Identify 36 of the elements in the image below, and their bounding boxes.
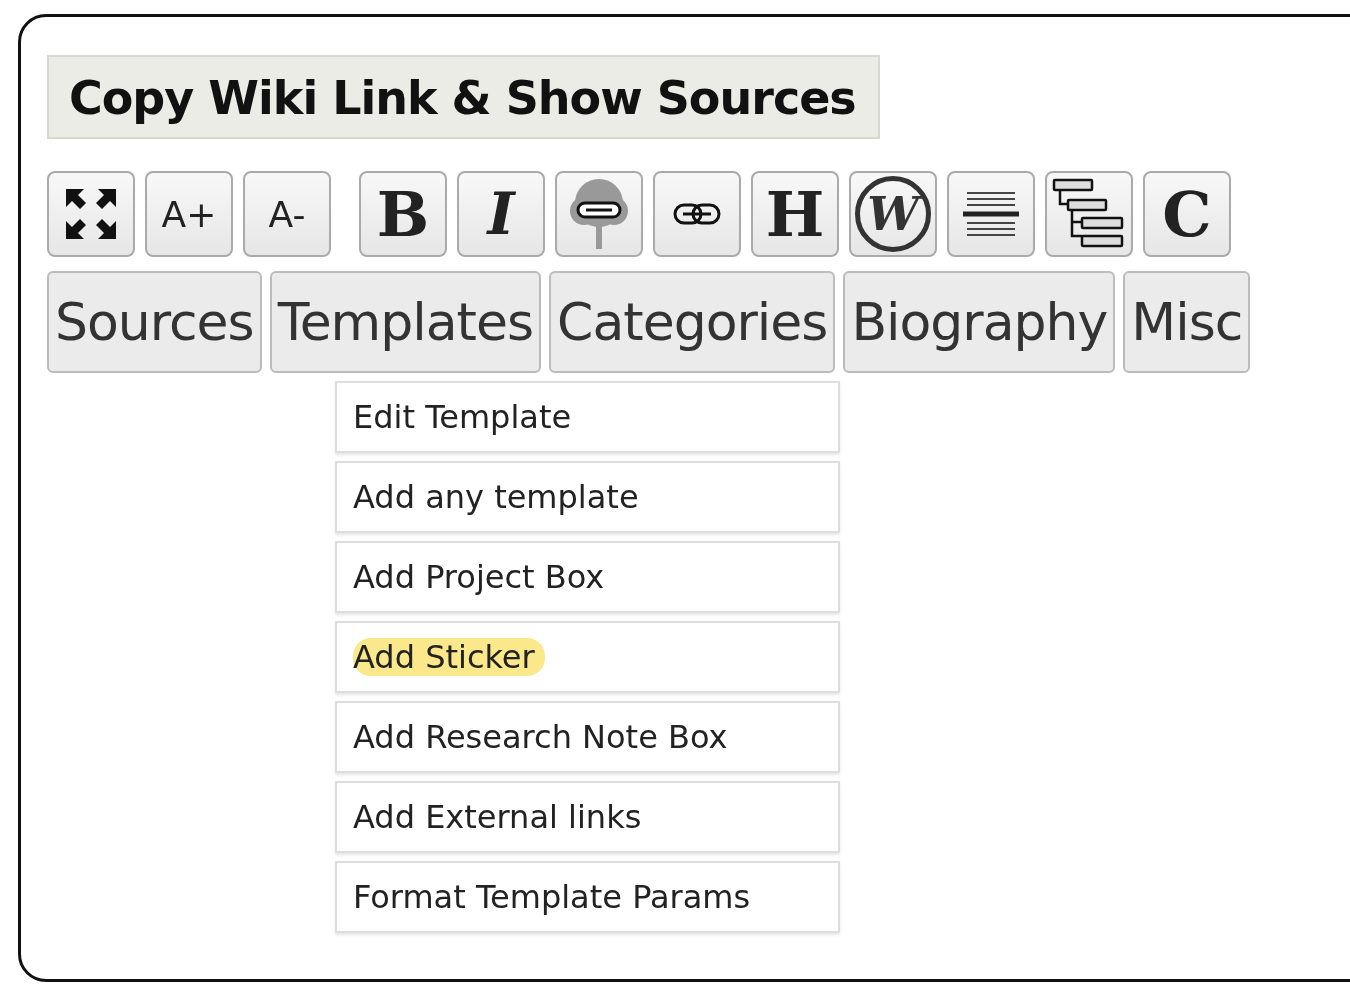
toolbar-button[interactable]: H: [751, 171, 839, 257]
toolbar-button[interactable]: C: [1143, 171, 1231, 257]
highlighted-label: Add Sticker: [353, 638, 545, 676]
menu-item[interactable]: Edit Template: [335, 381, 840, 453]
tab[interactable]: Biography: [843, 271, 1116, 373]
toolbar-button[interactable]: [47, 171, 135, 257]
link-icon: [673, 203, 721, 225]
tab[interactable]: Sources: [47, 271, 262, 373]
toolbar-button[interactable]: I: [457, 171, 545, 257]
toolbar-button[interactable]: B: [359, 171, 447, 257]
tab[interactable]: Misc: [1123, 271, 1251, 373]
menu-label: Edit Template: [353, 398, 573, 436]
menu-label: Add External links: [353, 798, 643, 836]
menu-label: Add Research Note Box: [353, 718, 729, 756]
tab[interactable]: Categories: [549, 271, 836, 373]
panel-title: Copy Wiki Link & Show Sources: [47, 55, 880, 139]
menu-label: Format Template Params: [353, 878, 752, 916]
menu-label: Add any template: [353, 478, 640, 516]
tab[interactable]: Templates: [269, 271, 542, 373]
tree-outline-icon: [1052, 178, 1126, 250]
align-lines-icon: [961, 189, 1021, 239]
toolbar-button[interactable]: [555, 171, 643, 257]
menu-label: Add Project Box: [353, 558, 606, 596]
fullscreen-icon: [64, 187, 118, 241]
menu-item[interactable]: Add Sticker: [335, 621, 840, 693]
toolbar-button[interactable]: W: [849, 171, 937, 257]
menu-item[interactable]: Add External links: [335, 781, 840, 853]
toolbar-button[interactable]: A+: [145, 171, 233, 257]
toolbar-button[interactable]: [1045, 171, 1133, 257]
menu-item[interactable]: Format Template Params: [335, 861, 840, 933]
toolbar-button[interactable]: [653, 171, 741, 257]
menu-item[interactable]: Add Research Note Box: [335, 701, 840, 773]
toolbar-button[interactable]: [947, 171, 1035, 257]
menu-item[interactable]: Add Project Box: [335, 541, 840, 613]
toolbar-button[interactable]: A-: [243, 171, 331, 257]
menu-item[interactable]: Add any template: [335, 461, 840, 533]
